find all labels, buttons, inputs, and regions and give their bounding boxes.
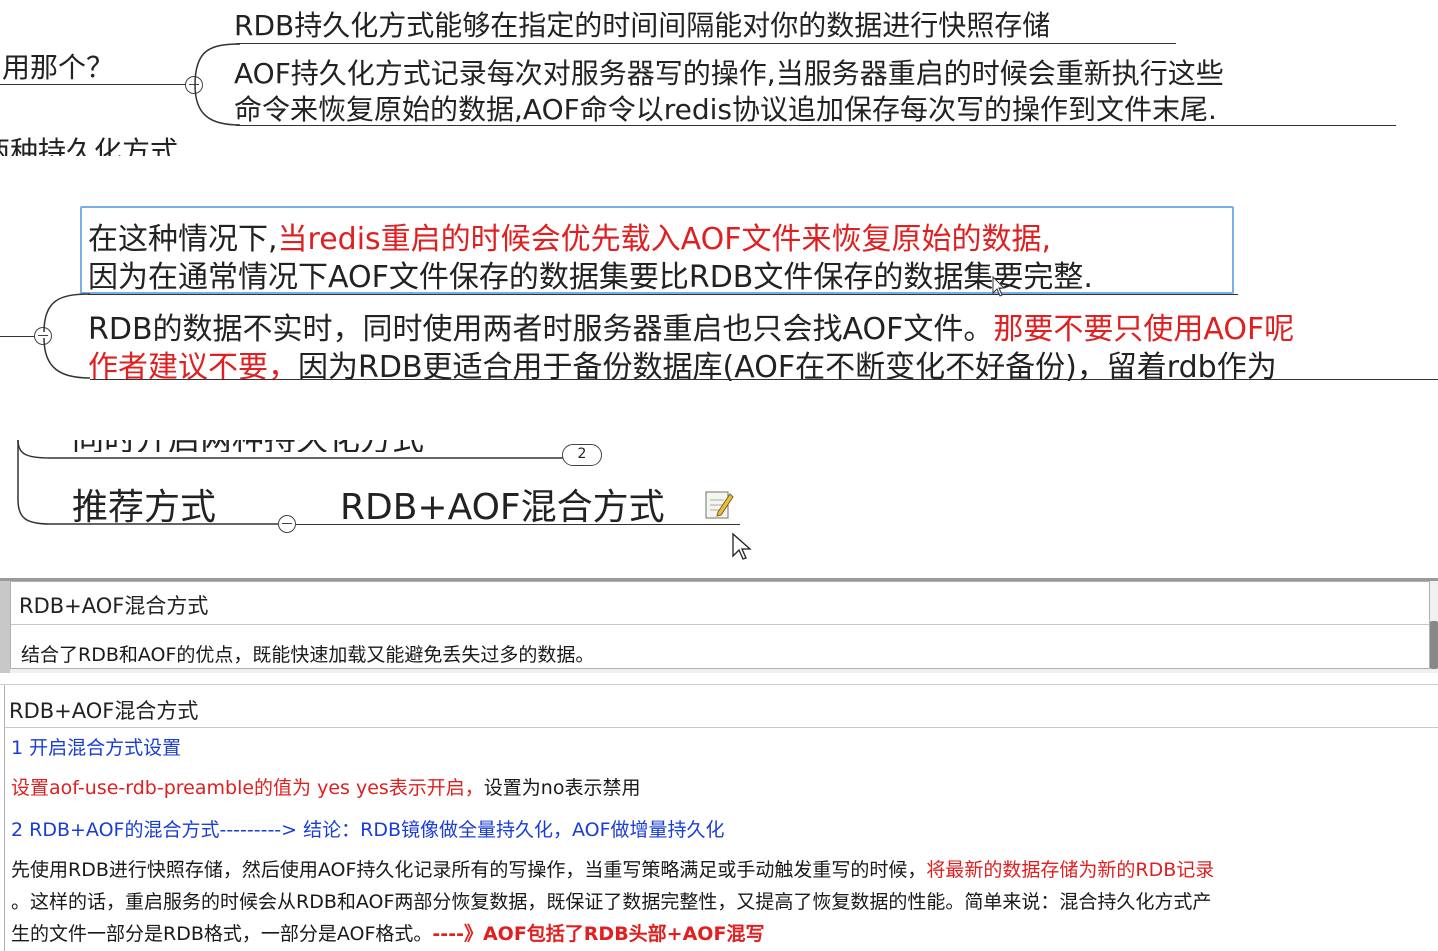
mid-node-top-line: [88, 294, 1238, 295]
mid-left-connector: [0, 336, 36, 337]
note-panel-1: RDB+AOF混合方式 结合了RDB和AOF的优点，既能快速加载又能避免丢失过多…: [0, 578, 1438, 673]
note-panel-1-inner: RDB+AOF混合方式 结合了RDB和AOF的优点，既能快速加载又能避免丢失过多…: [10, 581, 1430, 669]
note-icon[interactable]: [704, 488, 734, 520]
note-panel-2: RDB+AOF混合方式 1 开启混合方式设置 设置aof-use-rdb-pre…: [0, 684, 1438, 951]
note-panel-1-divider: [11, 624, 1429, 625]
setting-item-2[interactable]: 2 RDB+AOF的混合方式---------> 结论：RDB镜像做全量持久化，…: [11, 815, 725, 842]
recommend-value-node[interactable]: RDB+AOF混合方式: [340, 478, 665, 530]
question-underline: [0, 84, 186, 85]
aof-description-line1[interactable]: AOF持久化方式记录每次对服务器写的操作,当服务器重启的时候会重新执行这些: [234, 52, 1224, 92]
note-panel-1-title: RDB+AOF混合方式: [19, 594, 209, 618]
mid-node-line2[interactable]: 因为在通常情况下AOF文件保存的数据集要比RDB文件保存的数据集要完整.: [88, 252, 1093, 296]
note-panel-2-divider: [5, 727, 1438, 728]
collapse-toggle-bottom[interactable]: [278, 515, 296, 533]
note-panel-1-scrollbar[interactable]: [1430, 621, 1438, 669]
mindmap-bottom-section: 同时开启两种持久化方式 2 推荐方式 RDB+AOF混合方式: [0, 440, 1438, 578]
aof-node-underline: [236, 125, 1396, 126]
explanation-line-3[interactable]: 生的文件一部分是RDB格式，一部分是AOF格式。----》AOF包括了RDB头部…: [11, 919, 764, 946]
recommend-method-label[interactable]: 推荐方式: [72, 478, 216, 530]
persistence-methods-label-cut: 两种持久化方式: [0, 135, 179, 156]
mindmap-middle-section: 在这种情况下,当redis重启的时候会优先载入AOF文件来恢复原始的数据, 因为…: [0, 170, 1438, 440]
explanation-line-2[interactable]: 。这样的话，重启服务的时候会从RDB和AOF两部分恢复数据，既保证了数据完整性，…: [11, 887, 1211, 914]
setting-item-1[interactable]: 1 开启混合方式设置: [11, 733, 181, 760]
rdb-node-underline: [236, 43, 1176, 44]
setting-item-1-detail[interactable]: 设置aof-use-rdb-preamble的值为 yes yes表示开启，设置…: [11, 773, 640, 800]
mouse-pointer-icon: [732, 532, 752, 560]
aof-description-line2[interactable]: 命令来恢复原始的数据,AOF命令以redis协议追加保存每次写的操作到文件末尾.: [234, 88, 1217, 128]
explanation-line-1[interactable]: 先使用RDB进行快照存储，然后使用AOF持久化记录所有的写操作，当重写策略满足或…: [11, 855, 1214, 882]
text-cursor-icon: [992, 276, 1006, 297]
note-panel-2-inner: RDB+AOF混合方式 1 开启混合方式设置 设置aof-use-rdb-pre…: [4, 685, 1438, 951]
note-panel-1-body[interactable]: 结合了RDB和AOF的优点，既能快速加载又能避免丢失过多的数据。: [21, 640, 594, 667]
question-label[interactable]: 用那个？: [2, 46, 114, 86]
collapsed-children-badge[interactable]: 2: [562, 444, 602, 466]
note-panel-2-title: RDB+AOF混合方式: [9, 699, 199, 723]
mindmap-top-section: 用那个？ RDB持久化方式能够在指定的时间间隔能对你的数据进行快照存储 AOF持…: [0, 0, 1438, 170]
mid-node-bottom-line: [90, 379, 1438, 380]
rdb-description-node[interactable]: RDB持久化方式能够在指定的时间间隔能对你的数据进行快照存储: [234, 4, 1050, 44]
note-panel-1-left-bar: [0, 581, 10, 673]
